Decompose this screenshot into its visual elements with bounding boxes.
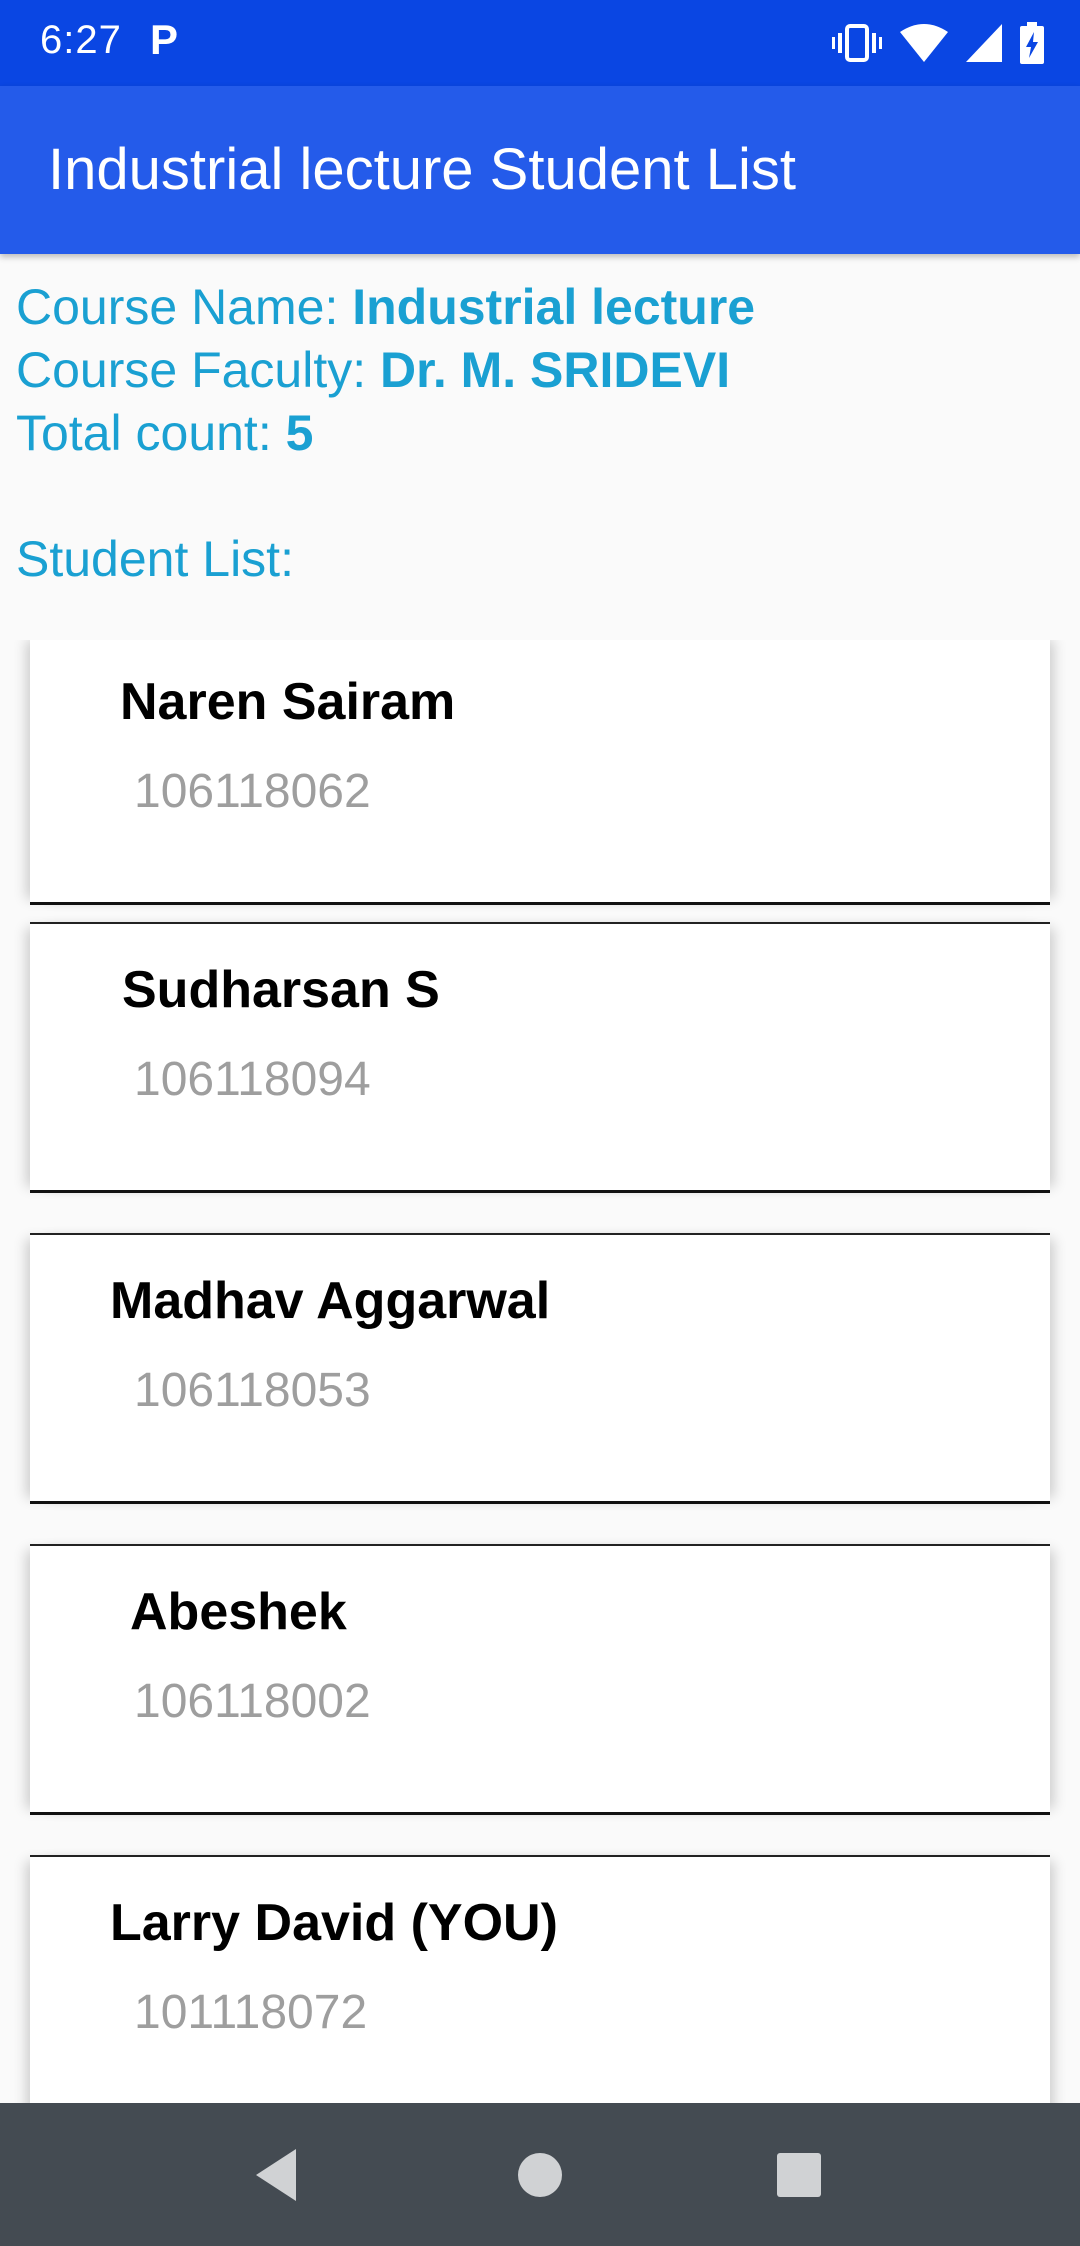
course-faculty-label: Course Faculty: xyxy=(16,342,381,398)
student-name: Madhav Aggarwal xyxy=(110,1272,551,1330)
course-name-label: Course Name: xyxy=(16,279,353,335)
total-count-row: Total count: 5 xyxy=(16,402,755,465)
student-id: 106118062 xyxy=(134,765,371,818)
navigation-bar xyxy=(0,2103,1080,2246)
signal-icon xyxy=(966,24,1002,62)
student-id: 106118002 xyxy=(134,1675,371,1728)
status-time: 6:27 xyxy=(40,18,122,62)
wifi-icon xyxy=(900,24,948,62)
recents-icon[interactable] xyxy=(775,2147,823,2203)
student-name: Abeshek xyxy=(130,1583,347,1641)
course-name-row: Course Name: Industrial lecture xyxy=(16,276,755,339)
battery-charging-icon xyxy=(1020,22,1044,64)
total-count-value: 5 xyxy=(285,405,314,461)
course-faculty-value: Dr. M. SRIDEVI xyxy=(380,342,731,398)
app-title: Industrial lecture Student List xyxy=(48,137,796,202)
student-name: Larry David (YOU) xyxy=(110,1894,558,1952)
student-id: 106118053 xyxy=(134,1364,371,1417)
total-count-label: Total count: xyxy=(16,405,286,461)
student-card[interactable]: Sudharsan S 106118094 xyxy=(30,922,1050,1193)
student-card[interactable]: Naren Sairam 106118062 xyxy=(30,640,1050,905)
parking-notification-icon: P xyxy=(150,16,179,63)
student-id: 101118072 xyxy=(134,1986,368,2039)
student-list-label: Student List: xyxy=(16,531,294,587)
course-name-value: Industrial lecture xyxy=(352,279,756,335)
app-bar: Industrial lecture Student List xyxy=(0,86,1080,254)
status-icons xyxy=(832,20,1044,66)
back-icon[interactable] xyxy=(252,2147,300,2203)
student-list[interactable]: Naren Sairam 106118062 Sudharsan S 10611… xyxy=(0,640,1080,2103)
status-bar: 6:27 P xyxy=(0,0,1080,86)
student-name: Sudharsan S xyxy=(122,961,440,1019)
course-faculty-row: Course Faculty: Dr. M. SRIDEVI xyxy=(16,339,755,402)
student-card[interactable]: Madhav Aggarwal 106118053 xyxy=(30,1233,1050,1504)
student-card[interactable]: Abeshek 106118002 xyxy=(30,1544,1050,1815)
student-card[interactable]: Larry David (YOU) 101118072 xyxy=(30,1855,1050,2103)
course-info: Course Name: Industrial lecture Course F… xyxy=(16,276,755,591)
student-id: 106118094 xyxy=(134,1053,371,1106)
student-name: Naren Sairam xyxy=(120,673,456,731)
vibrate-icon xyxy=(832,24,882,62)
home-icon[interactable] xyxy=(517,2147,563,2203)
